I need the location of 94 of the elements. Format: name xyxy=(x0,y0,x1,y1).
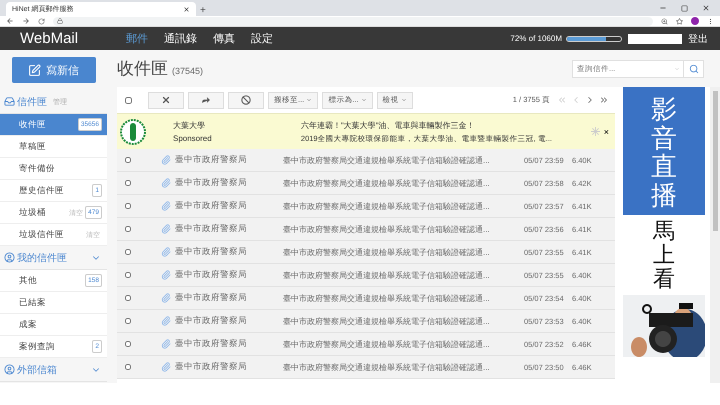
logout-link[interactable]: 登出 xyxy=(688,32,708,46)
paperclip-icon xyxy=(161,201,171,211)
sender: 臺中市政府警察局 xyxy=(175,200,248,212)
sender: 臺中市政府警察局 xyxy=(175,338,248,350)
paperclip-icon xyxy=(161,247,171,257)
subject: 臺中市政府警察局交通違規檢舉系統電子信箱驗證確認通... xyxy=(283,154,491,166)
compose-icon xyxy=(28,64,41,76)
row-checkbox[interactable] xyxy=(125,203,131,209)
subject: 臺中市政府警察局交通違規檢舉系統電子信箱驗證確認通... xyxy=(283,246,491,258)
select-all-checkbox[interactable] xyxy=(125,96,132,104)
row-checkbox[interactable] xyxy=(125,364,131,370)
block-button[interactable] xyxy=(228,92,264,108)
banner-text: 馬上看 xyxy=(653,218,675,292)
row-checkbox[interactable] xyxy=(125,318,131,324)
row-checkbox[interactable] xyxy=(125,341,131,347)
brand-logo: WebMail xyxy=(20,30,80,47)
quota-text: 72% of 1060M xyxy=(510,34,562,43)
ad-sponsor: Sponsored xyxy=(172,134,213,143)
paperclip-icon xyxy=(161,224,171,234)
subject: 臺中市政府警察局交通違規檢舉系統電子信箱驗證確認通... xyxy=(283,224,491,234)
subject: 臺中市政府警察局交通違規檢舉系統電子信箱驗證確認通... xyxy=(283,362,491,372)
sender: 臺中市政府警察局 xyxy=(175,269,248,281)
paperclip-icon xyxy=(161,270,171,280)
university-logo-icon xyxy=(119,118,147,146)
profile-avatar[interactable] xyxy=(691,17,699,25)
sender: 臺中市政府警察局 xyxy=(175,154,248,166)
paperclip-icon xyxy=(161,178,171,188)
sender: 臺中市政府警察局 xyxy=(175,177,248,189)
lock-icon xyxy=(57,18,63,24)
sender: 臺中市政府警察局 xyxy=(175,223,248,235)
search-icon xyxy=(688,64,698,74)
user-icon xyxy=(4,364,15,375)
forward-arrow-icon xyxy=(201,95,211,105)
nav-tab[interactable]: 傳真 xyxy=(213,31,235,46)
folder-item[interactable]: 寄件備份 xyxy=(0,158,107,180)
nav-input[interactable] xyxy=(628,34,682,44)
close-tab-icon[interactable] xyxy=(183,6,190,12)
scrollbar-thumb[interactable] xyxy=(712,91,718,231)
loading-icon xyxy=(590,127,600,136)
paperclip-icon xyxy=(161,316,171,326)
nav-tab[interactable]: 通訊錄 xyxy=(164,31,197,46)
sender: 臺中市政府警察局 xyxy=(175,292,248,304)
paperclip-icon xyxy=(161,362,171,372)
sender: 臺中市政府警察局 xyxy=(175,246,248,258)
search-button[interactable] xyxy=(684,60,704,78)
row-checkbox[interactable] xyxy=(125,180,131,186)
folder-item[interactable]: 草稿匣 xyxy=(0,136,107,158)
paperclip-icon xyxy=(161,339,171,349)
ad-close-button[interactable]: × xyxy=(604,126,609,136)
banner-text: 影音直播 xyxy=(651,95,677,212)
subject: 臺中市政府警察局交通違規檢舉系統電子信箱驗證確認通... xyxy=(283,178,491,188)
caret-icon xyxy=(360,97,367,103)
nav-tab[interactable]: 設定 xyxy=(251,31,273,46)
forward-icon[interactable] xyxy=(22,17,30,25)
subject: 臺中市政府警察局交通違規檢舉系統電子信箱驗證確認通... xyxy=(283,270,491,280)
close-icon xyxy=(161,95,171,105)
delete-button[interactable] xyxy=(148,92,184,108)
back-icon[interactable] xyxy=(6,17,14,25)
sender: 臺中市政府警察局 xyxy=(175,315,248,327)
forward-button[interactable] xyxy=(188,92,224,108)
close-icon[interactable] xyxy=(702,4,710,12)
new-tab-button[interactable]: + xyxy=(200,5,206,16)
last-page-icon[interactable] xyxy=(599,95,609,105)
maximize-icon[interactable] xyxy=(681,4,688,12)
row-checkbox[interactable] xyxy=(125,226,131,232)
quota-bar xyxy=(566,36,622,42)
ad-title: 大葉大學 xyxy=(172,120,206,131)
block-icon xyxy=(241,95,251,105)
paperclip-icon xyxy=(161,155,171,165)
folder-item[interactable]: 已結案 xyxy=(0,292,107,314)
ad-headline: 六年連霸！"大葉大學"油、電車與車輛製作三金！ xyxy=(300,120,476,130)
caret-icon xyxy=(400,97,407,103)
caret-icon xyxy=(306,97,312,103)
sender: 臺中市政府警察局 xyxy=(175,361,248,373)
menu-icon[interactable] xyxy=(707,18,714,24)
user-icon xyxy=(4,252,15,263)
folder-title: 收件匣 xyxy=(117,58,168,80)
message-count: (37545) xyxy=(172,66,204,76)
inbox-icon xyxy=(4,96,15,107)
subject: 臺中市政府警察局交通違規檢舉系統電子信箱驗證確認通... xyxy=(283,316,491,326)
row-checkbox[interactable] xyxy=(125,295,131,301)
bookmark-icon[interactable] xyxy=(676,18,683,24)
folder-item[interactable]: 成案 xyxy=(0,314,107,336)
zoom-icon[interactable] xyxy=(661,18,668,24)
subject: 臺中市政府警察局交通違規檢舉系統電子信箱驗證確認通... xyxy=(283,200,491,212)
subject: 臺中市政府警察局交通違規檢舉系統電子信箱驗證確認通... xyxy=(283,338,491,350)
paperclip-icon xyxy=(161,293,171,303)
reload-icon[interactable] xyxy=(38,18,45,24)
nav-tab[interactable]: 郵件 xyxy=(126,31,148,46)
subject: 臺中市政府警察局交通違規檢舉系統電子信箱驗證確認通... xyxy=(283,292,491,304)
row-checkbox[interactable] xyxy=(125,157,131,163)
row-checkbox[interactable] xyxy=(125,272,131,278)
compose-button[interactable]: 寫新信 xyxy=(12,57,96,83)
row-checkbox[interactable] xyxy=(125,249,131,255)
